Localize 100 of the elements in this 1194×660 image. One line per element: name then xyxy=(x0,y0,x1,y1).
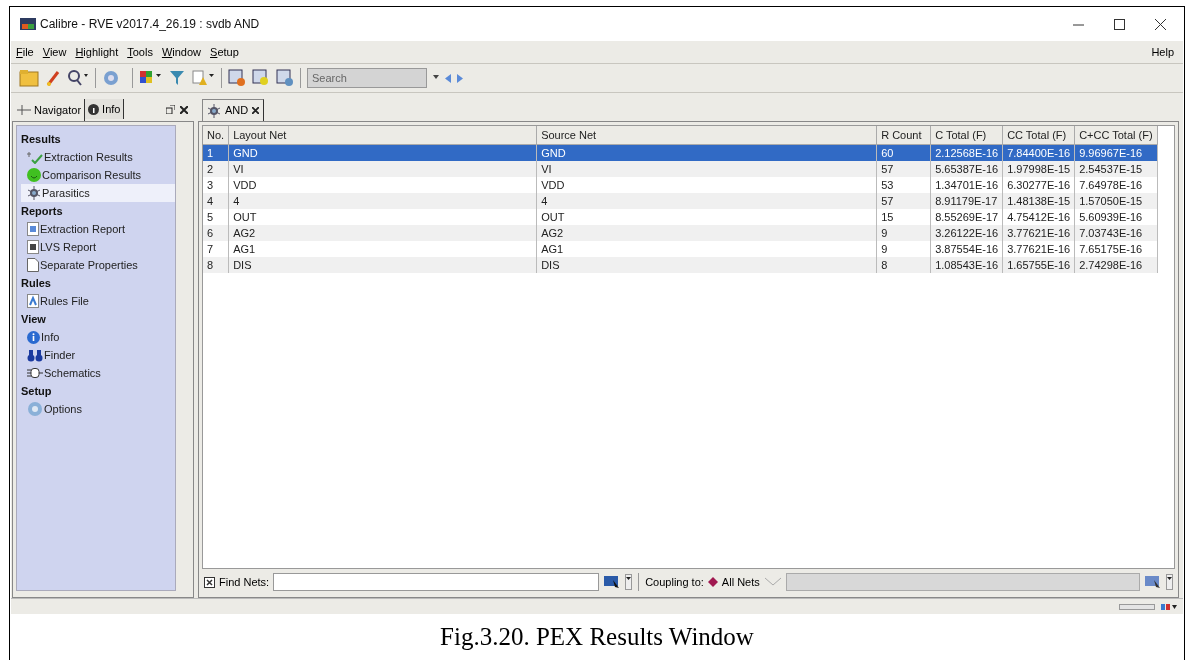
maximize-icon[interactable] xyxy=(1114,18,1125,30)
table-cell: 4 xyxy=(228,192,537,209)
navigator-item[interactable]: Comparison Results xyxy=(21,166,175,184)
extraction-icon xyxy=(27,150,43,164)
table-cell: 7 xyxy=(203,240,229,257)
column-header[interactable]: C+CC Total (F) xyxy=(1074,126,1158,144)
close-icon[interactable] xyxy=(180,106,188,114)
menu-item[interactable]: Highlight xyxy=(75,43,119,61)
table-cell: 15 xyxy=(876,208,931,225)
find-icon[interactable] xyxy=(1144,574,1162,590)
coupling-value[interactable]: All Nets xyxy=(721,573,760,591)
navigator-item[interactable]: LVS Report xyxy=(21,238,175,256)
column-header[interactable]: C Total (F) xyxy=(930,126,1003,144)
rules-icon xyxy=(27,294,39,308)
search-field[interactable]: Search xyxy=(307,68,427,88)
table-cell: 1 xyxy=(203,144,229,161)
navigator-item[interactable]: Extraction Results xyxy=(21,148,175,166)
navigator-item[interactable]: Parasitics xyxy=(21,184,175,202)
navigator-item[interactable]: Finder xyxy=(21,346,175,364)
bug-icon xyxy=(27,186,41,200)
close-icon[interactable] xyxy=(252,107,260,114)
table-cell: 8 xyxy=(203,256,229,273)
navigator-item[interactable]: Rules File xyxy=(21,292,175,310)
schematic-icon xyxy=(27,367,43,379)
undock-icon[interactable] xyxy=(166,105,175,114)
column-header[interactable]: Source Net xyxy=(536,126,877,144)
menu-item[interactable]: View xyxy=(42,43,67,61)
navigator-item[interactable]: Schematics xyxy=(21,364,175,382)
table-cell: 5 xyxy=(203,208,229,225)
table-cell: 53 xyxy=(876,176,931,193)
column-header[interactable]: R Count xyxy=(876,126,931,144)
table-cell: 2.74298E-16 xyxy=(1074,256,1158,273)
find-icon[interactable] xyxy=(603,574,622,590)
column-header[interactable]: CC Total (F) xyxy=(1002,126,1075,144)
table-cell: 2.12568E-16 xyxy=(930,144,1003,161)
table-cell: 7.64978E-16 xyxy=(1074,176,1158,193)
table-cell: 5.60939E-16 xyxy=(1074,208,1158,225)
close-icon[interactable] xyxy=(1155,18,1166,30)
report-icon xyxy=(27,240,39,254)
table-cell: 3.77621E-16 xyxy=(1002,240,1075,257)
coupling-field[interactable] xyxy=(785,573,1140,591)
table-cell: 6.30277E-16 xyxy=(1002,176,1075,193)
figure-caption: Fig.3.20. PEX Results Window xyxy=(440,622,754,653)
close-icon[interactable] xyxy=(204,576,215,588)
forward-arrow-icon[interactable] xyxy=(457,73,463,83)
filter-icon[interactable] xyxy=(169,69,185,87)
table-cell: 4 xyxy=(203,192,229,209)
navigator-item[interactable]: Extraction Report xyxy=(21,220,175,238)
diamond-icon xyxy=(707,577,718,587)
page-icon xyxy=(27,258,39,272)
field-label: Find Nets: xyxy=(219,574,270,590)
table-cell: AG1 xyxy=(228,240,537,257)
section-heading: Setup xyxy=(21,384,53,399)
column-header[interactable]: No. xyxy=(203,126,229,144)
table-cell: 3.87554E-16 xyxy=(930,240,1003,257)
find-nets-field[interactable] xyxy=(273,573,600,591)
tab[interactable]: AND xyxy=(202,99,265,121)
caret-icon[interactable] xyxy=(625,574,633,590)
smiley-icon xyxy=(27,168,41,182)
table-cell: 9.96967E-16 xyxy=(1074,144,1158,161)
table-cell: VDD xyxy=(228,176,537,193)
menu-item[interactable]: Window xyxy=(161,43,202,61)
table-cell: 2 xyxy=(203,160,229,177)
table-cell: DIS xyxy=(536,256,877,273)
table-cell: 5.65387E-16 xyxy=(930,160,1003,177)
navigator-item[interactable]: Options xyxy=(21,400,175,418)
table-cell: 4 xyxy=(536,192,877,209)
tab[interactable]: Navigator xyxy=(14,99,86,121)
table-cell: 2.54537E-15 xyxy=(1074,160,1158,177)
binoculars-icon xyxy=(27,348,43,362)
section-heading: Results xyxy=(21,132,62,147)
table-cell: OUT xyxy=(536,208,877,225)
tab[interactable]: Info xyxy=(85,99,125,119)
navigator-item[interactable]: Separate Properties xyxy=(21,256,175,274)
table-cell: 7.03743E-16 xyxy=(1074,224,1158,241)
zoom-icon[interactable] xyxy=(67,69,89,87)
column-header[interactable]: Layout Net xyxy=(228,126,537,144)
back-arrow-icon[interactable] xyxy=(445,73,451,83)
table-cell: 7.84400E-16 xyxy=(1002,144,1075,161)
caret-icon[interactable] xyxy=(1166,574,1173,590)
brush-icon[interactable] xyxy=(45,69,61,87)
section-heading: Reports xyxy=(21,204,64,219)
table-cell: 3 xyxy=(203,176,229,193)
table-cell: 1.48138E-15 xyxy=(1002,192,1075,209)
caret-icon[interactable] xyxy=(433,75,439,81)
window-title: Calibre - RVE v2017.4_26.19 : svdb AND xyxy=(40,16,260,33)
table-cell: OUT xyxy=(228,208,537,225)
table-cell: AG1 xyxy=(536,240,877,257)
table-cell: 7.65175E-16 xyxy=(1074,240,1158,257)
navigator-item[interactable]: Info xyxy=(21,328,175,346)
layout-icon[interactable] xyxy=(1161,602,1177,611)
menu-item[interactable]: Tools xyxy=(127,43,153,61)
table-cell: 3.26122E-16 xyxy=(930,224,1003,241)
table-cell: AG2 xyxy=(536,224,877,241)
menu-item[interactable]: File xyxy=(16,43,34,61)
menu-item[interactable]: Setup xyxy=(210,43,239,61)
menu-item[interactable]: Help xyxy=(1151,43,1178,61)
table-cell: 1.97998E-15 xyxy=(1002,160,1075,177)
table-cell: 1.57050E-15 xyxy=(1074,192,1158,209)
table-cell: VI xyxy=(536,160,877,177)
